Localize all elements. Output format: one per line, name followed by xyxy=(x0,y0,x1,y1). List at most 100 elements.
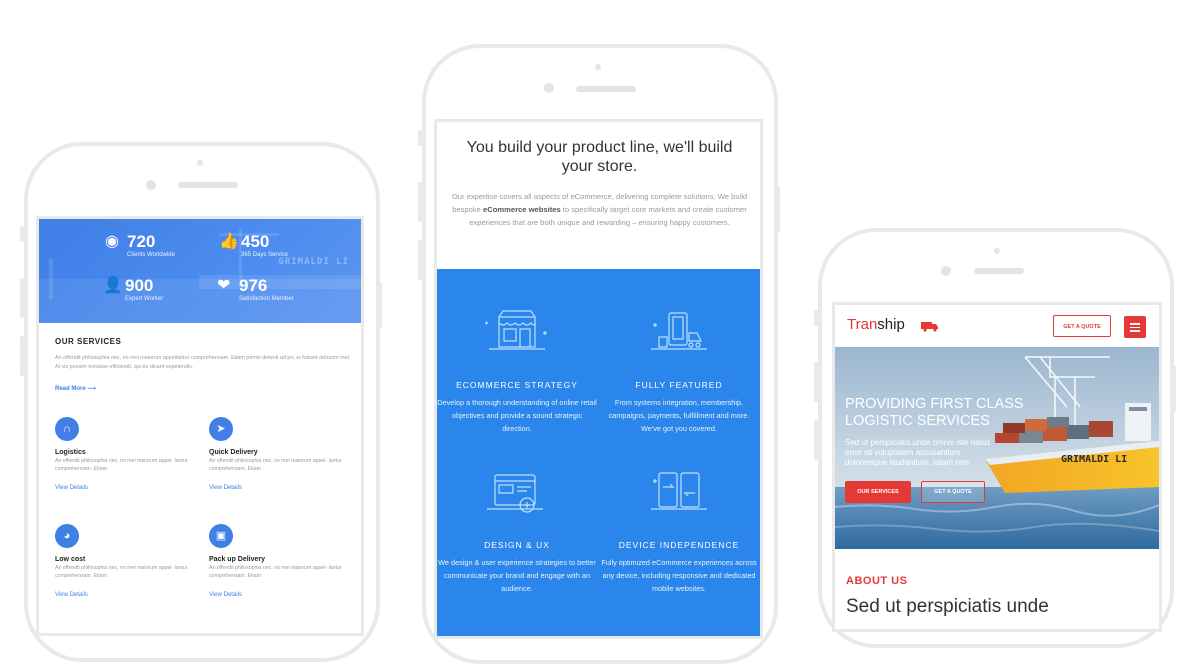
stat-label: Clients Worldwide xyxy=(127,252,175,258)
phone-sensor xyxy=(595,64,601,70)
phone-side-button xyxy=(814,310,818,326)
hero-title-line: LOGISTIC SERVICES xyxy=(845,413,990,429)
stats-banner: GRIMALDI LI ◉ 720 Clients Worldwide 👍 45… xyxy=(39,219,361,323)
view-details-link[interactable]: View Details xyxy=(55,485,195,491)
feature-desc: Fully optimized eCommerce experiences ac… xyxy=(601,558,757,593)
phone-side-button xyxy=(418,130,422,146)
view-details-link[interactable]: View Details xyxy=(209,485,349,491)
stat-label: Satisfaction Member xyxy=(239,296,294,302)
view-details-link[interactable]: View Details xyxy=(209,592,349,598)
feature-fully-featured: FULLY FEATURED From systems integration,… xyxy=(599,303,759,435)
about-us-title: ABOUT US xyxy=(846,575,908,587)
feature-desc: We design & user experience strategies t… xyxy=(438,558,596,593)
storefront-icon xyxy=(485,310,547,350)
read-more-label: Read More xyxy=(55,386,86,392)
design-screen-icon xyxy=(487,474,543,513)
feature-device-independence: DEVICE INDEPENDENCE Fully optimized eCom… xyxy=(599,463,759,595)
feature-name: FULLY FEATURED xyxy=(635,380,723,390)
service-name: Low cost xyxy=(55,556,86,563)
phone-side-button xyxy=(20,226,24,242)
phone-side-button xyxy=(814,420,818,460)
intro-text-bold: eCommerce websites xyxy=(483,205,561,214)
services-title: OUR SERVICES xyxy=(55,337,122,346)
hero-title-line: PROVIDING FIRST CLASS xyxy=(845,396,1024,412)
phone-side-button xyxy=(1172,366,1176,412)
navbar: Tranship GET A QUOTE xyxy=(835,305,1159,347)
feature-desc: From systems integration, membership, ca… xyxy=(608,398,750,433)
person-icon: 👤 xyxy=(103,277,123,294)
service-card-quick-delivery: ➤ Quick Delivery An offendit philosophia… xyxy=(209,417,349,491)
services-intro: An offendit philosophia nec, no mei maio… xyxy=(55,355,351,370)
logo-text-red: Tran xyxy=(847,316,878,333)
intro-text: Our expertise covers all aspects of eCom… xyxy=(451,190,748,229)
stat-label: Expert Worker xyxy=(125,296,164,302)
phone-sensor xyxy=(197,160,203,166)
services-section: OUR SERVICES An offendit philosophia nec… xyxy=(55,337,355,392)
phone-sensor xyxy=(994,248,1000,254)
feature-name: DESIGN & UX xyxy=(484,540,550,550)
stat-clients: ◉ 720 Clients Worldwide xyxy=(105,232,175,259)
arrow-right-icon: ⟶ xyxy=(87,386,96,392)
phone-screen-center: You build your product line, we'll build… xyxy=(434,119,763,639)
truck-icon xyxy=(921,322,938,332)
phone-screen-right: Tranship GET A QUOTE GRIMALDI LI PROVIDI… xyxy=(832,302,1162,632)
read-more-link[interactable]: Read More ⟶ xyxy=(55,385,355,392)
hamburger-menu-icon[interactable] xyxy=(1124,316,1146,338)
tranship-logo[interactable]: Tranship xyxy=(847,316,905,333)
ship-name-label: GRIMALDI LI xyxy=(1061,454,1127,465)
phone-side-button xyxy=(20,278,24,318)
stat-value: 720 xyxy=(127,232,156,251)
service-desc: An offendit philosophia nec, no mei maio… xyxy=(209,458,342,472)
service-name: Logistics xyxy=(55,449,86,456)
phone-speaker xyxy=(178,182,238,188)
stat-value: 450 xyxy=(241,232,270,251)
thumbs-up-icon: 👍 xyxy=(219,233,239,250)
magnet-icon: ∩ xyxy=(55,417,79,441)
logo-text-dark: ship xyxy=(877,316,905,333)
service-desc: An offendit philosophia nec, no mei maio… xyxy=(209,565,342,579)
our-services-button[interactable]: OUR SERVICES xyxy=(845,481,911,503)
phone-screen-left: GRIMALDI LI ◉ 720 Clients Worldwide 👍 45… xyxy=(36,216,364,636)
phone-speaker xyxy=(974,268,1024,274)
phone-camera xyxy=(941,266,951,276)
stat-label: 365 Days Service xyxy=(241,252,289,258)
service-name: Pack up Delivery xyxy=(209,556,266,563)
stat-value: 976 xyxy=(239,276,268,295)
feature-ecommerce-strategy: ECOMMERCE STRATEGY Develop a thorough un… xyxy=(437,303,597,435)
briefcase-icon: ▣ xyxy=(209,524,233,548)
heart-icon: ❤ xyxy=(217,277,231,294)
get-a-quote-hero-button[interactable]: GET A QUOTE xyxy=(921,481,985,503)
stat-service-days: 👍 450 365 Days Service xyxy=(219,232,289,259)
intro-section: You build your product line, we'll build… xyxy=(451,138,748,229)
hero-text: Sed ut perspiciatis unde omnis iste natu… xyxy=(845,438,991,467)
view-details-link[interactable]: View Details xyxy=(55,592,195,598)
phone-speaker xyxy=(576,86,636,92)
paper-plane-icon: ➤ xyxy=(209,417,233,441)
service-name: Quick Delivery xyxy=(209,449,258,456)
device-sync-icon xyxy=(651,472,707,510)
hero-title: PROVIDING FIRST CLASS LOGISTIC SERVICES xyxy=(845,396,1024,430)
phone-side-button xyxy=(378,282,382,328)
service-desc: An offendit philosophia nec, no mei maio… xyxy=(55,565,188,579)
phone-side-button xyxy=(20,336,24,376)
service-card-logistics: ∩ Logistics An offendit philosophia nec,… xyxy=(55,417,195,491)
feature-desc: Develop a thorough understanding of onli… xyxy=(437,398,597,433)
hero-banner: GRIMALDI LI PROVIDING FIRST CLASS LOGIST… xyxy=(835,347,1159,549)
phone-side-button xyxy=(776,186,780,232)
pie-chart-icon: ◕ xyxy=(55,524,79,548)
stat-value: 900 xyxy=(125,276,154,295)
shopping-devices-icon xyxy=(651,312,707,350)
service-card-pack-up: ▣ Pack up Delivery An offendit philosoph… xyxy=(209,524,349,598)
service-card-low-cost: ◕ Low cost An offendit philosophia nec, … xyxy=(55,524,195,598)
service-desc: An offendit philosophia nec, no mei maio… xyxy=(55,458,188,472)
get-a-quote-button[interactable]: GET A QUOTE xyxy=(1053,315,1111,337)
phone-side-button xyxy=(814,362,818,402)
about-heading: Sed ut perspiciatis unde xyxy=(846,596,1049,617)
stat-workers: 👤 900 Expert Worker xyxy=(103,276,164,303)
ship-name-text: GRIMALDI LI xyxy=(278,257,349,267)
feature-design-ux: DESIGN & UX We design & user experience … xyxy=(437,463,597,595)
phone-side-button xyxy=(418,240,422,280)
phone-camera xyxy=(544,83,554,93)
features-section: ECOMMERCE STRATEGY Develop a thorough un… xyxy=(437,269,760,636)
phone-side-button xyxy=(418,182,422,222)
